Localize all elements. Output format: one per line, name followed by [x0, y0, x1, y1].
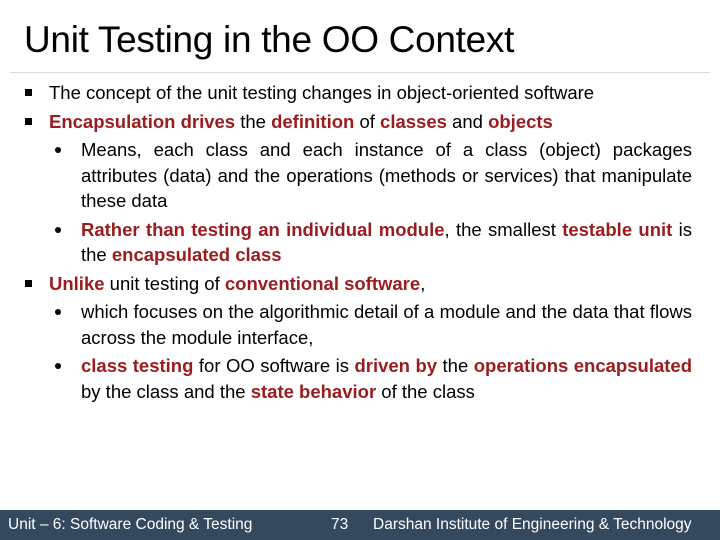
square-bullet-icon	[25, 89, 32, 96]
text-run: Means, each class and each instance of a…	[81, 139, 692, 211]
bullet-text: which focuses on the algorithmic detail …	[81, 301, 692, 348]
round-bullet-icon	[55, 226, 61, 233]
highlighted-term: objects	[488, 110, 553, 132]
highlighted-term: encapsulated class	[111, 244, 282, 265]
sub-bullet-item: Means, each class and each instance of a…	[20, 137, 692, 214]
slide-footer: Unit – 6: Software Coding & Testing 73 D…	[0, 510, 720, 540]
text-run: ,	[420, 272, 426, 294]
bullet-item: Encapsulation drives the definition of c…	[20, 109, 692, 135]
sub-bullet-item: Rather than testing an individual module…	[20, 217, 692, 268]
highlighted-term: classes	[380, 110, 447, 132]
highlighted-term: Rather than testing an individual module	[81, 218, 445, 240]
text-run: for OO software is	[193, 355, 355, 376]
footer-unit-label: Unit – 6: Software Coding & Testing	[8, 516, 253, 533]
square-bullet-icon	[25, 279, 32, 287]
text-run: and	[446, 110, 489, 132]
bullet-text: Encapsulation drives the definition of c…	[49, 111, 553, 132]
highlighted-term: class testing	[81, 355, 194, 376]
text-run: the	[235, 110, 272, 132]
highlighted-term: Encapsulation drives	[49, 110, 236, 132]
square-bullet-icon	[25, 117, 32, 125]
highlighted-term: definition	[271, 110, 355, 132]
text-run: of the class	[376, 380, 475, 402]
text-run: the	[437, 355, 474, 376]
round-bullet-icon	[55, 147, 61, 153]
highlighted-term: conventional software	[224, 272, 421, 294]
highlighted-term: state behavior	[250, 380, 377, 402]
text-run: of	[354, 110, 381, 132]
footer-institute-name: Darshan Institute of Engineering & Techn…	[373, 516, 692, 533]
text-run: , the smallest	[444, 218, 563, 240]
bullet-text: class testing for OO software is driven …	[81, 355, 692, 402]
highlighted-term: Unlike	[49, 272, 105, 294]
slide-title: Unit Testing in the OO Context	[24, 19, 515, 60]
bullet-text: The concept of the unit testing changes …	[49, 82, 594, 103]
bullet-text: Unlike unit testing of conventional soft…	[49, 273, 425, 294]
footer-page-number: 73	[331, 516, 349, 533]
round-bullet-icon	[55, 309, 61, 315]
text-run: by the class and the	[81, 380, 251, 402]
slide-body: The concept of the unit testing changes …	[20, 80, 692, 404]
highlighted-term: testable unit	[562, 218, 673, 240]
round-bullet-icon	[55, 363, 61, 369]
highlighted-term: driven by	[354, 355, 438, 376]
highlighted-term: operations encapsulated	[473, 355, 692, 376]
text-run: which focuses on the algorithmic detail …	[81, 301, 692, 348]
text-run: The concept of the unit testing changes …	[49, 82, 595, 103]
bullet-text: Rather than testing an individual module…	[81, 219, 692, 266]
text-run: unit testing of	[104, 272, 225, 294]
bullet-item: Unlike unit testing of conventional soft…	[20, 271, 692, 297]
bullet-item: The concept of the unit testing changes …	[20, 80, 692, 106]
bullet-text: Means, each class and each instance of a…	[81, 139, 692, 211]
title-divider	[10, 72, 710, 73]
sub-bullet-item: which focuses on the algorithmic detail …	[20, 299, 692, 350]
sub-bullet-item: class testing for OO software is driven …	[20, 353, 692, 404]
